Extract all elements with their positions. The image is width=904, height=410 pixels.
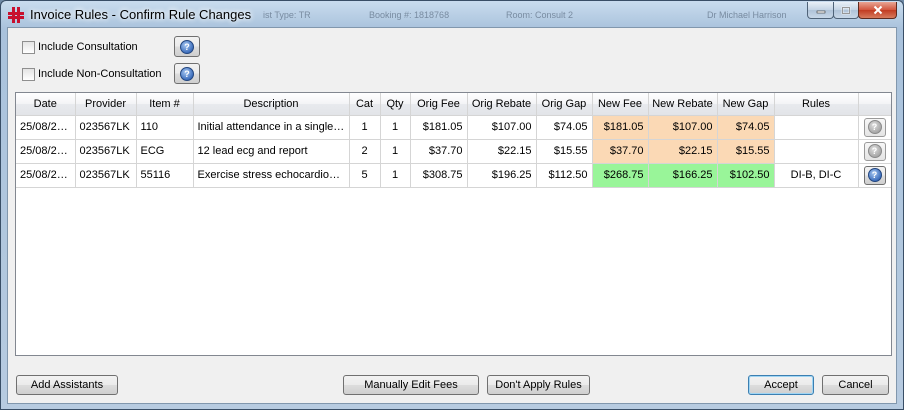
column-header[interactable]: Cat: [349, 93, 381, 116]
rule-help-button[interactable]: ?: [863, 141, 886, 161]
include-consultation-checkbox[interactable]: Include Consultation: [22, 38, 138, 56]
background-label: ist Type: TR: [263, 10, 311, 20]
column-header[interactable]: [858, 93, 891, 116]
column-header[interactable]: New Rebate: [648, 93, 718, 116]
add-assistants-button[interactable]: Add Assistants: [16, 375, 118, 395]
help-icon: ?: [180, 66, 194, 81]
cell-date[interactable]: 25/08/2010: [16, 115, 76, 140]
cell-orig-rebate[interactable]: $196.25: [467, 163, 537, 188]
include-non-consultation-label: Include Non-Consultation: [38, 68, 162, 80]
title-bar[interactable]: Invoice Rules - Confirm Rule Changes ist…: [1, 1, 903, 27]
column-header[interactable]: Orig Fee: [410, 93, 468, 116]
window-title: Invoice Rules - Confirm Rule Changes: [30, 7, 252, 22]
cell-rule-help: ?: [858, 115, 891, 140]
cell-new-rebate[interactable]: $22.15: [648, 139, 718, 164]
cell-date[interactable]: 25/08/2010: [16, 163, 76, 188]
background-label: Dr Michael Harrison: [707, 10, 787, 20]
maximize-button[interactable]: [833, 2, 859, 19]
column-header[interactable]: Date: [16, 93, 76, 116]
table-row[interactable]: 25/08/2010 023567LK ECG 12 lead ecg and rep…: [16, 139, 891, 164]
cell-rule-help: ?: [858, 163, 891, 188]
help-icon: ?: [867, 120, 882, 134]
cell-provider[interactable]: 023567LK: [75, 139, 137, 164]
column-header[interactable]: New Fee: [592, 93, 649, 116]
cell-orig-fee[interactable]: $181.05: [410, 115, 468, 140]
checkbox-box[interactable]: [22, 67, 35, 81]
cell-rules[interactable]: DI-B, DI-C: [774, 163, 859, 188]
column-header[interactable]: Orig Rebate: [467, 93, 537, 116]
cell-qty[interactable]: 1: [380, 115, 411, 140]
cell-rules[interactable]: [774, 115, 859, 140]
cell-item[interactable]: 110: [136, 115, 194, 140]
dialog-content: Include Consultation ? Include Non-Consu…: [7, 27, 897, 404]
cell-orig-gap[interactable]: $112.50: [536, 163, 593, 188]
cell-orig-rebate[interactable]: $107.00: [467, 115, 537, 140]
column-header[interactable]: Qty: [380, 93, 411, 116]
cell-orig-gap[interactable]: $74.05: [536, 115, 593, 140]
cell-date[interactable]: 25/08/2010: [16, 139, 76, 164]
include-non-consultation-checkbox[interactable]: Include Non-Consultation: [22, 65, 162, 83]
column-header[interactable]: Provider: [75, 93, 137, 116]
cancel-button[interactable]: Cancel: [822, 375, 889, 395]
include-consultation-label: Include Consultation: [38, 41, 138, 53]
dialog-window: Invoice Rules - Confirm Rule Changes ist…: [0, 0, 904, 410]
cell-description[interactable]: Exercise stress echocardiography: [193, 163, 350, 188]
non-consultation-help-button[interactable]: ?: [174, 63, 200, 84]
table-row[interactable]: 25/08/2010 023567LK 55116 Exercise stress e…: [16, 163, 891, 188]
cell-rules[interactable]: [774, 139, 859, 164]
column-header[interactable]: Description: [193, 93, 350, 116]
invoice-items-table: Date Provider Item # Description Cat Qty Orig …: [16, 93, 891, 188]
cell-qty[interactable]: 1: [380, 139, 411, 164]
cell-description[interactable]: Initial attendance in a single course of…: [193, 115, 350, 140]
minimize-icon: [816, 10, 825, 14]
cell-item[interactable]: ECG: [136, 139, 194, 164]
column-header[interactable]: New Gap: [717, 93, 775, 116]
cell-new-fee[interactable]: $268.75: [592, 163, 649, 188]
cell-orig-gap[interactable]: $15.55: [536, 139, 593, 164]
cell-cat[interactable]: 1: [349, 115, 381, 140]
invoice-items-grid[interactable]: Date Provider Item # Description Cat Qty Orig …: [15, 92, 892, 356]
background-label: Room: Consult 2: [506, 10, 574, 20]
help-icon: ?: [867, 168, 882, 182]
column-header[interactable]: Rules: [774, 93, 859, 116]
manually-edit-fees-button[interactable]: Manually Edit Fees: [343, 375, 479, 395]
app-logo-icon: [8, 7, 24, 23]
grid-header-row: Date Provider Item # Description Cat Qty Orig …: [16, 93, 891, 116]
cell-cat[interactable]: 5: [349, 163, 381, 188]
cell-cat[interactable]: 2: [349, 139, 381, 164]
rule-help-button[interactable]: ?: [863, 165, 886, 185]
maximize-icon: [841, 6, 851, 14]
accept-button[interactable]: Accept: [748, 375, 814, 395]
consultation-help-button[interactable]: ?: [174, 36, 200, 57]
cell-provider[interactable]: 023567LK: [75, 163, 137, 188]
cell-new-rebate[interactable]: $166.25: [648, 163, 718, 188]
cell-provider[interactable]: 023567LK: [75, 115, 137, 140]
cell-new-gap[interactable]: $15.55: [717, 139, 775, 164]
help-icon: ?: [867, 144, 882, 158]
rule-help-button[interactable]: ?: [863, 117, 886, 137]
cell-new-rebate[interactable]: $107.00: [648, 115, 718, 140]
cell-qty[interactable]: 1: [380, 163, 411, 188]
table-row[interactable]: 25/08/2010 023567LK 110 Initial attendance …: [16, 115, 891, 140]
minimize-button[interactable]: [807, 2, 834, 19]
cell-new-gap[interactable]: $74.05: [717, 115, 775, 140]
checkbox-box[interactable]: [22, 40, 35, 54]
cell-rule-help: ?: [858, 139, 891, 164]
cell-orig-fee[interactable]: $37.70: [410, 139, 468, 164]
cell-orig-rebate[interactable]: $22.15: [467, 139, 537, 164]
column-header[interactable]: Orig Gap: [536, 93, 593, 116]
cell-orig-fee[interactable]: $308.75: [410, 163, 468, 188]
column-header[interactable]: Item #: [136, 93, 194, 116]
close-icon: [873, 5, 882, 15]
cell-new-fee[interactable]: $37.70: [592, 139, 649, 164]
cell-item[interactable]: 55116: [136, 163, 194, 188]
cell-description[interactable]: 12 lead ecg and report: [193, 139, 350, 164]
grid-body: 25/08/2010 023567LK 110 Initial attendance …: [16, 115, 891, 188]
cell-new-gap[interactable]: $102.50: [717, 163, 775, 188]
cell-new-fee[interactable]: $181.05: [592, 115, 649, 140]
dont-apply-rules-button[interactable]: Don't Apply Rules: [487, 375, 590, 395]
close-button[interactable]: [858, 2, 897, 19]
background-label: Booking #: 1818768: [369, 10, 450, 20]
help-icon: ?: [180, 39, 194, 54]
